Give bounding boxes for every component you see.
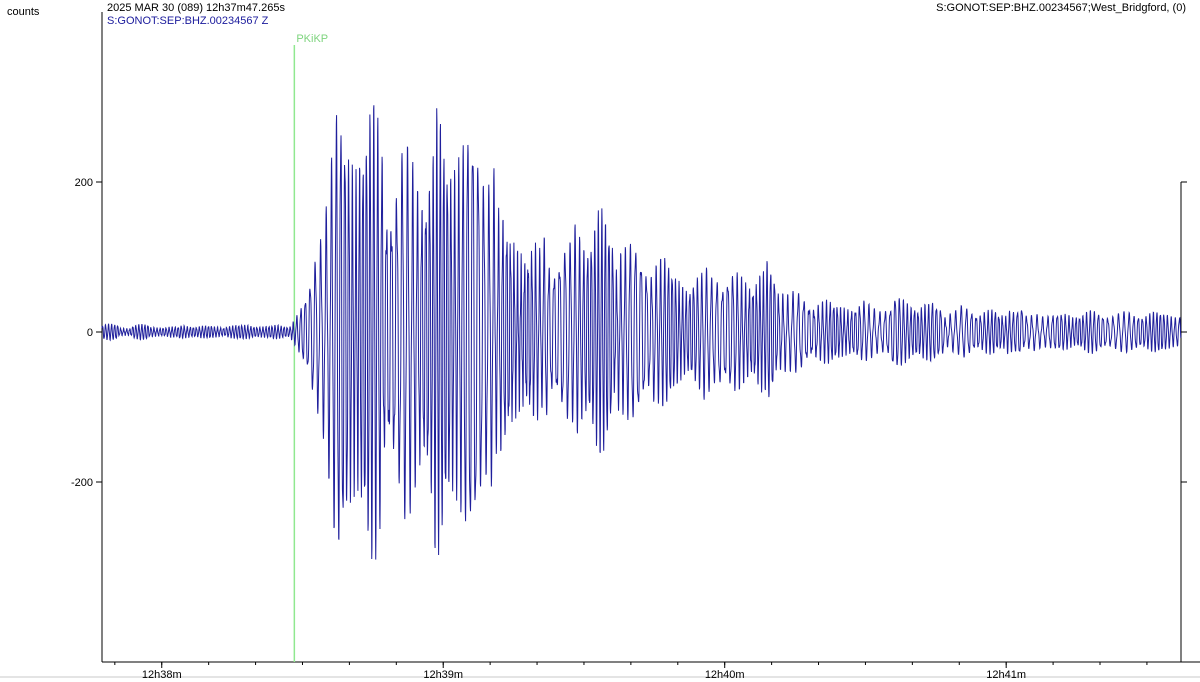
units-label: counts: [7, 6, 40, 18]
seismogram-chart: 200 0 -200 12h38m 12h39m 12h40m 12h41m PKiKP: [0, 12, 1200, 681]
x-tick-label: 12h40m: [705, 669, 745, 681]
x-tick-label: 12h39m: [423, 669, 463, 681]
x-tick-label: 12h38m: [142, 669, 182, 681]
waveform-trace: [101, 105, 1182, 560]
y-tick-label: 200: [75, 177, 93, 189]
phase-label: PKiKP: [296, 33, 328, 45]
y-tick-label: 0: [87, 327, 93, 339]
x-tick-label: 12h41m: [986, 669, 1026, 681]
header-station-info: S:GONOT:SEP:BHZ.00234567;West_Bridgford,…: [936, 2, 1186, 14]
header-datetime: 2025 MAR 30 (089) 12h37m47.265s: [107, 2, 285, 14]
header-channel: S:GONOT:SEP:BHZ.00234567 Z: [107, 15, 269, 27]
ticks: 200 0 -200 12h38m 12h39m 12h40m 12h41m: [71, 177, 1187, 681]
y-tick-label: -200: [71, 477, 93, 489]
